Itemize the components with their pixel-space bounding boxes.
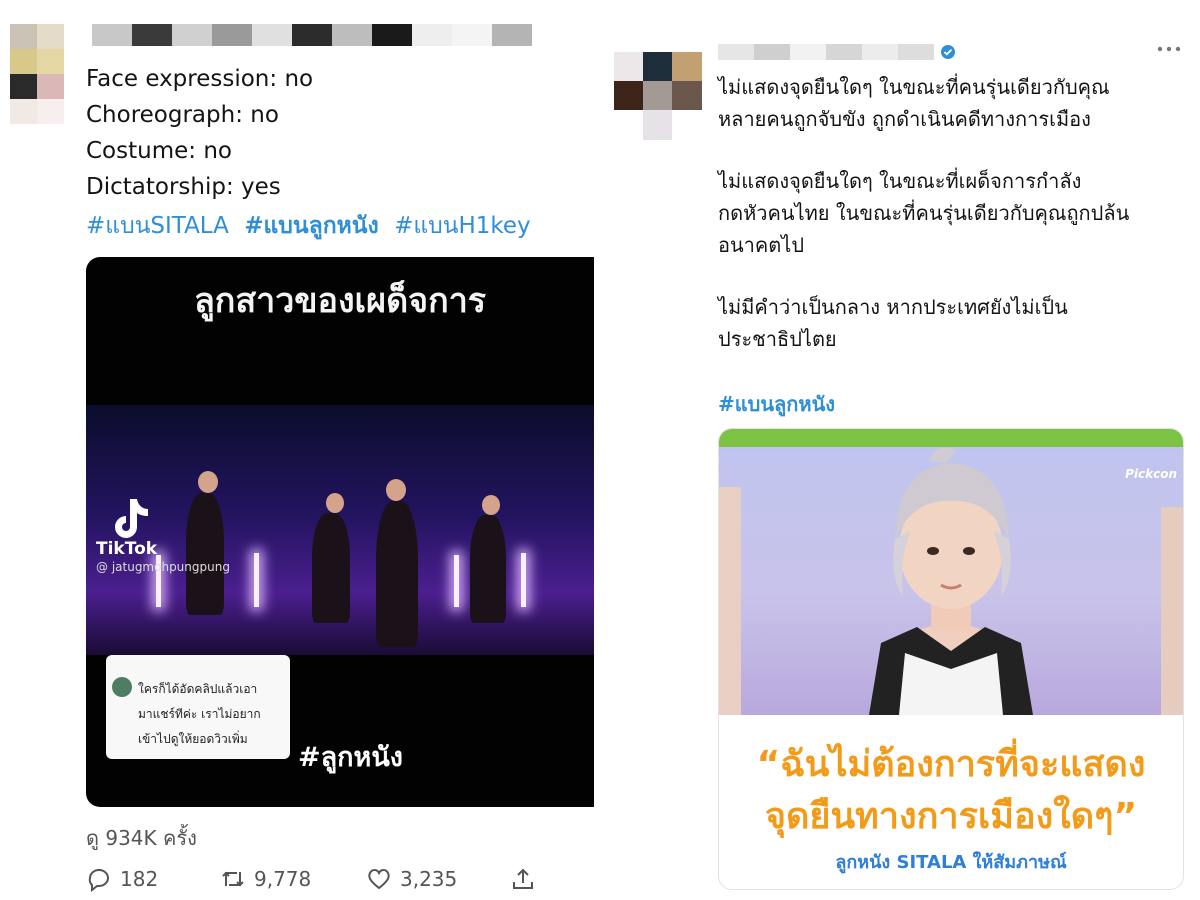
verified-icon <box>941 45 955 59</box>
person-illustration <box>719 447 1183 715</box>
hashtag-link[interactable]: #แบนลูกหนัง <box>718 388 835 420</box>
like-count: 3,235 <box>400 867 458 891</box>
retweet-icon <box>222 871 244 887</box>
tweet-text-line: ประชาธิปไตย <box>718 327 837 351</box>
censored-username <box>718 44 934 60</box>
view-count: ดู 934K ครั้ง <box>86 826 197 850</box>
more-icon[interactable] <box>1156 44 1182 54</box>
brand-logo: Pickcon <box>1125 467 1177 481</box>
tweet-text-line: ไม่แสดงจุดยืนใดๆ ในขณะที่คนรุ่นเดียวกับค… <box>718 75 1110 99</box>
tweet-text-line-2: Choreograph: no <box>86 102 279 128</box>
video-player[interactable]: ลูกสาวของเผด็จการ TikTok @ jatugmohpungp… <box>86 257 594 807</box>
tweet-text-line: ไม่มีคำว่าเป็นกลาง หากประเทศยังไม่เป็น <box>718 295 1068 319</box>
tweet-text-line: หลายคนถูกจับขัง ถูกดำเนินคดีทางการเมือง <box>718 107 1091 131</box>
video-stage-scene <box>86 405 594 655</box>
avatar[interactable] <box>614 52 702 140</box>
tweet-text-line: ไม่แสดงจุดยืนใดๆ ในขณะที่เผด็จการกำลัง <box>718 169 1082 193</box>
reply-count: 182 <box>120 867 159 891</box>
hashtag-link[interactable]: #แบนSITALA <box>86 213 229 239</box>
tweet-text-line: อนาคตไป <box>718 233 805 257</box>
tweet-text-line: กดหัวคนไทย ในขณะที่คนรุ่นเดียวกับคุณถูกป… <box>718 201 1130 225</box>
comment-avatar <box>112 677 132 697</box>
interview-photo: Pickcon <box>719 447 1183 715</box>
share-button[interactable] <box>510 866 536 892</box>
hashtag-link[interactable]: #แบนลูกหนัง <box>244 213 379 239</box>
reply-icon <box>88 869 109 892</box>
like-button[interactable]: 3,235 <box>366 866 457 892</box>
retweet-count: 9,778 <box>254 867 312 891</box>
retweet-button[interactable]: 9,778 <box>220 866 311 892</box>
censored-username <box>92 24 532 46</box>
avatar[interactable] <box>10 24 64 124</box>
video-hashtag-overlay: #ลูกหนัง <box>298 742 403 773</box>
reply-button[interactable]: 182 <box>86 866 158 892</box>
like-icon <box>368 869 390 890</box>
quote-line-2: จุดยืนทางการเมืองใดๆ” <box>764 796 1138 837</box>
comment-text: ใครก็ได้อัดคลิปแล้วเอา มาแชร์ทีค่ะ เราไม… <box>138 682 261 746</box>
tiktok-handle: @ jatugmohpungpung <box>96 560 230 574</box>
quote-credit: ลูกหนัง SITALA ให้สัมภาษณ์ <box>835 852 1067 873</box>
tweet-text-line-1: Face expression: no <box>86 66 314 92</box>
hashtag-link[interactable]: #แบนH1key <box>394 213 531 239</box>
news-image-card[interactable]: Pickcon “ฉันไม่ต้องการที่จะแสดง จุดยืนทา… <box>718 428 1184 890</box>
quote-line-1: “ฉันไม่ต้องการที่จะแสดง <box>756 744 1146 785</box>
tweet-text-line-3: Costume: no <box>86 138 232 164</box>
tiktok-logo-icon <box>115 499 148 538</box>
card-top-bar <box>719 429 1183 447</box>
hashtags: #แบนSITALA #แบนลูกหนัง #แบนH1key <box>86 208 539 244</box>
left-tweet: Face expression: no Choreograph: no Cost… <box>0 0 600 900</box>
video-title-overlay: ลูกสาวของเผด็จการ <box>193 281 487 321</box>
share-icon <box>513 868 533 889</box>
tiktok-watermark: TikTok <box>96 539 158 559</box>
comment-sticker: ใครก็ได้อัดคลิปแล้วเอา มาแชร์ทีค่ะ เราไม… <box>106 655 290 759</box>
tweet-text-line-4: Dictatorship: yes <box>86 174 281 200</box>
